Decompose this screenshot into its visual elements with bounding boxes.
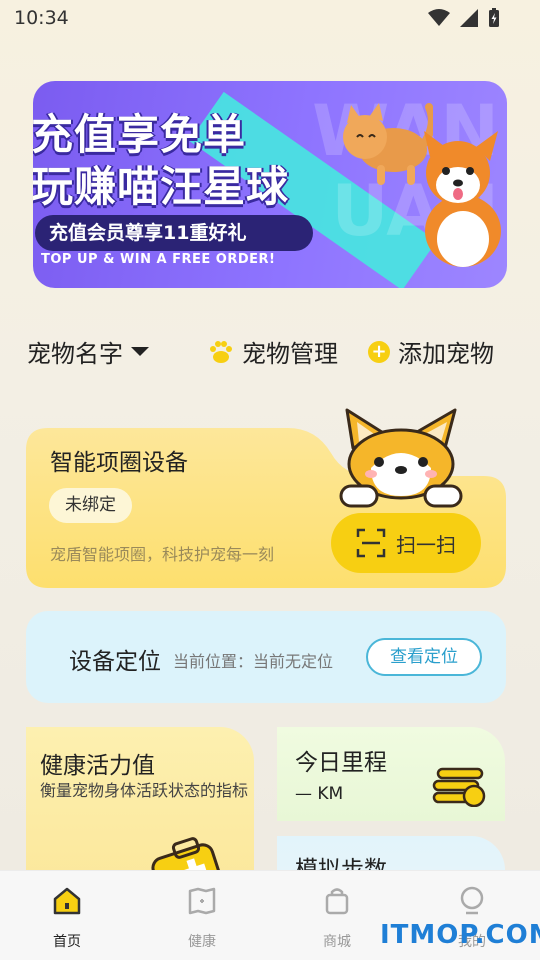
status-icons [428,8,500,28]
caret-down-icon [131,347,149,356]
banner-subtitle-pill: 充值会员尊享11重好礼 [35,215,313,251]
mileage-value: — KM [295,784,344,804]
profile-icon [460,886,484,915]
current-location-text: 当前位置：当前无定位 [173,652,334,671]
banner-headline-2: 玩赚喵汪星球 [33,162,290,211]
tab-home-label: 首页 [53,934,81,950]
unbound-status-badge: 未绑定 [49,488,132,523]
collar-card-description: 宠盾智能项圈，科技护宠每一刻 [50,545,275,564]
site-watermark: ITMOP.COM [380,920,540,950]
plus-icon: + [368,340,390,363]
scan-button-label: 扫一扫 [396,532,456,557]
add-pet-label: 添加宠物 [398,340,494,368]
status-time: 10:34 [14,7,69,29]
health-icon [188,887,216,915]
paw-icon [210,340,232,363]
tab-health-label: 健康 [188,934,216,950]
mileage-card-title: 今日里程 [295,750,387,776]
tab-health[interactable]: 健康 [167,885,237,951]
tab-shop[interactable]: 商城 [302,885,372,951]
shop-icon [325,888,349,915]
health-card-title: 健康活力值 [40,753,155,779]
smart-collar-card[interactable]: 智能项圈设备 未绑定 宠盾智能项圈，科技护宠每一刻 扫一扫 [26,408,506,588]
battery-icon [489,8,499,27]
tab-home[interactable]: 首页 [32,885,102,951]
collar-card-title: 智能项圈设备 [50,450,188,476]
pet-toolbar: 宠物名字 宠物管理 + 添加宠物 [0,334,540,370]
home-icon [53,887,81,915]
scan-button[interactable]: 扫一扫 [331,513,481,573]
device-location-card: 设备定位 当前位置：当前无定位 查看定位 [26,611,506,703]
pet-name-dropdown[interactable]: 宠物名字 [27,334,149,369]
corgi-illustration-icon [424,131,501,267]
signal-icon [460,9,478,27]
tab-shop-label: 商城 [323,934,351,950]
scan-icon [356,528,386,558]
location-card-title: 设备定位 [69,649,161,675]
banner-english-tagline: TOP UP & WIN A FREE ORDER! [41,252,276,267]
today-mileage-card[interactable]: 今日里程 — KM [277,727,505,821]
health-card-description: 衡量宠物身体活跃状态的指标 [40,781,249,800]
coins-icon [432,767,486,807]
add-pet-button[interactable]: + 添加宠物 [368,334,494,369]
pet-manage-label: 宠物管理 [242,340,338,368]
status-bar: 10:34 [0,0,540,38]
view-location-button[interactable]: 查看定位 [366,638,482,676]
pet-name-label: 宠物名字 [27,340,123,368]
promo-banner[interactable]: WAN UAN 充值享免单 玩赚喵汪星球 充值会员尊享11重好礼 TOP UP … [33,81,507,288]
pet-manage-button[interactable]: 宠物管理 [208,334,338,369]
wifi-icon [428,9,450,26]
corgi-head-icon [339,408,463,508]
